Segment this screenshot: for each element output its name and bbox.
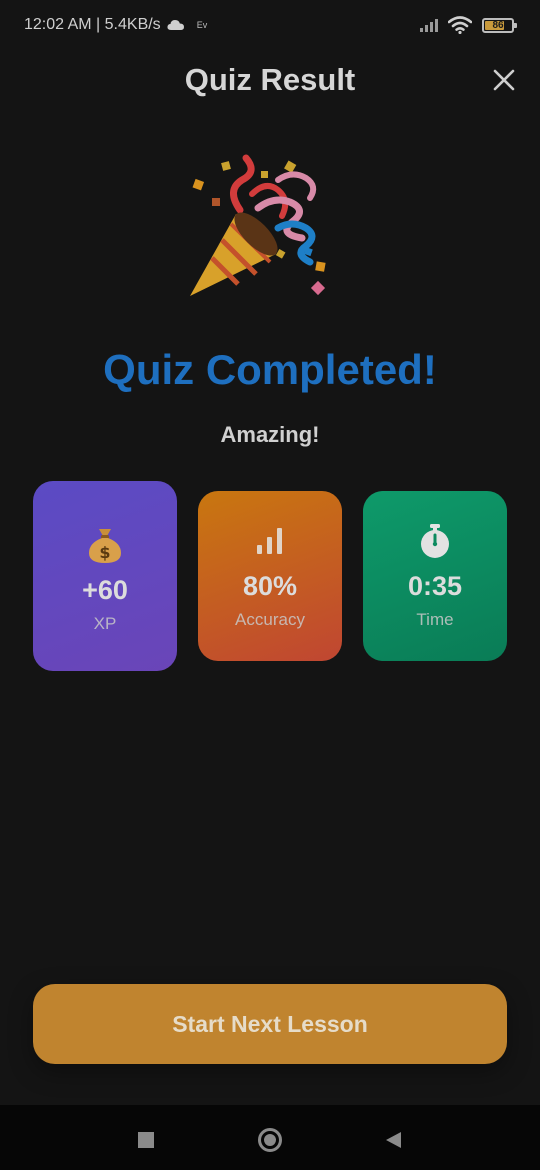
- time-value: 0:35: [407, 571, 463, 601]
- battery-icon: 86: [482, 17, 517, 33]
- wifi-icon: [448, 16, 472, 34]
- signal-bars-icon: [255, 521, 285, 561]
- time-card: 0:35 Time: [363, 491, 507, 661]
- back-button[interactable]: [378, 1125, 408, 1155]
- home-button[interactable]: [255, 1125, 285, 1155]
- money-bag-icon: $: [85, 525, 125, 565]
- status-bar: 12:02 AM | 5.4KB/s Ev 86: [0, 0, 540, 50]
- close-icon: [493, 69, 515, 91]
- square-icon: [138, 1132, 154, 1148]
- result-title: Quiz Completed!: [103, 346, 437, 393]
- status-time: 12:02 AM | 5.4KB/s: [24, 16, 161, 33]
- start-next-lesson-button[interactable]: Start Next Lesson: [33, 984, 507, 1064]
- header: Quiz Result: [0, 56, 540, 104]
- party-popper-icon: [182, 150, 332, 300]
- accuracy-value: 80%: [242, 571, 298, 601]
- page-title: Quiz Result: [184, 62, 356, 97]
- circle-icon: [258, 1128, 282, 1152]
- stopwatch-icon: [418, 521, 452, 561]
- status-right: 86: [420, 16, 517, 34]
- accuracy-label: Accuracy: [235, 610, 305, 629]
- xp-card: $ +60 XP: [33, 481, 177, 671]
- result-subtitle: Amazing!: [220, 422, 320, 447]
- recent-apps-button[interactable]: [131, 1125, 161, 1155]
- back-triangle-icon: [386, 1132, 401, 1148]
- time-label: Time: [416, 610, 454, 629]
- xp-value: +60: [82, 575, 128, 605]
- battery-level: 86: [492, 19, 504, 31]
- ev-indicator: Ev: [196, 20, 208, 30]
- cell-signal-icon: [420, 18, 438, 32]
- xp-label: XP: [93, 614, 117, 633]
- cloud-icon: [167, 20, 184, 30]
- system-nav-bar: [0, 1105, 540, 1170]
- accuracy-card: 80% Accuracy: [198, 491, 342, 661]
- close-button[interactable]: [488, 64, 520, 96]
- status-left: 12:02 AM | 5.4KB/s Ev: [24, 16, 207, 34]
- svg-text:$: $: [99, 543, 110, 562]
